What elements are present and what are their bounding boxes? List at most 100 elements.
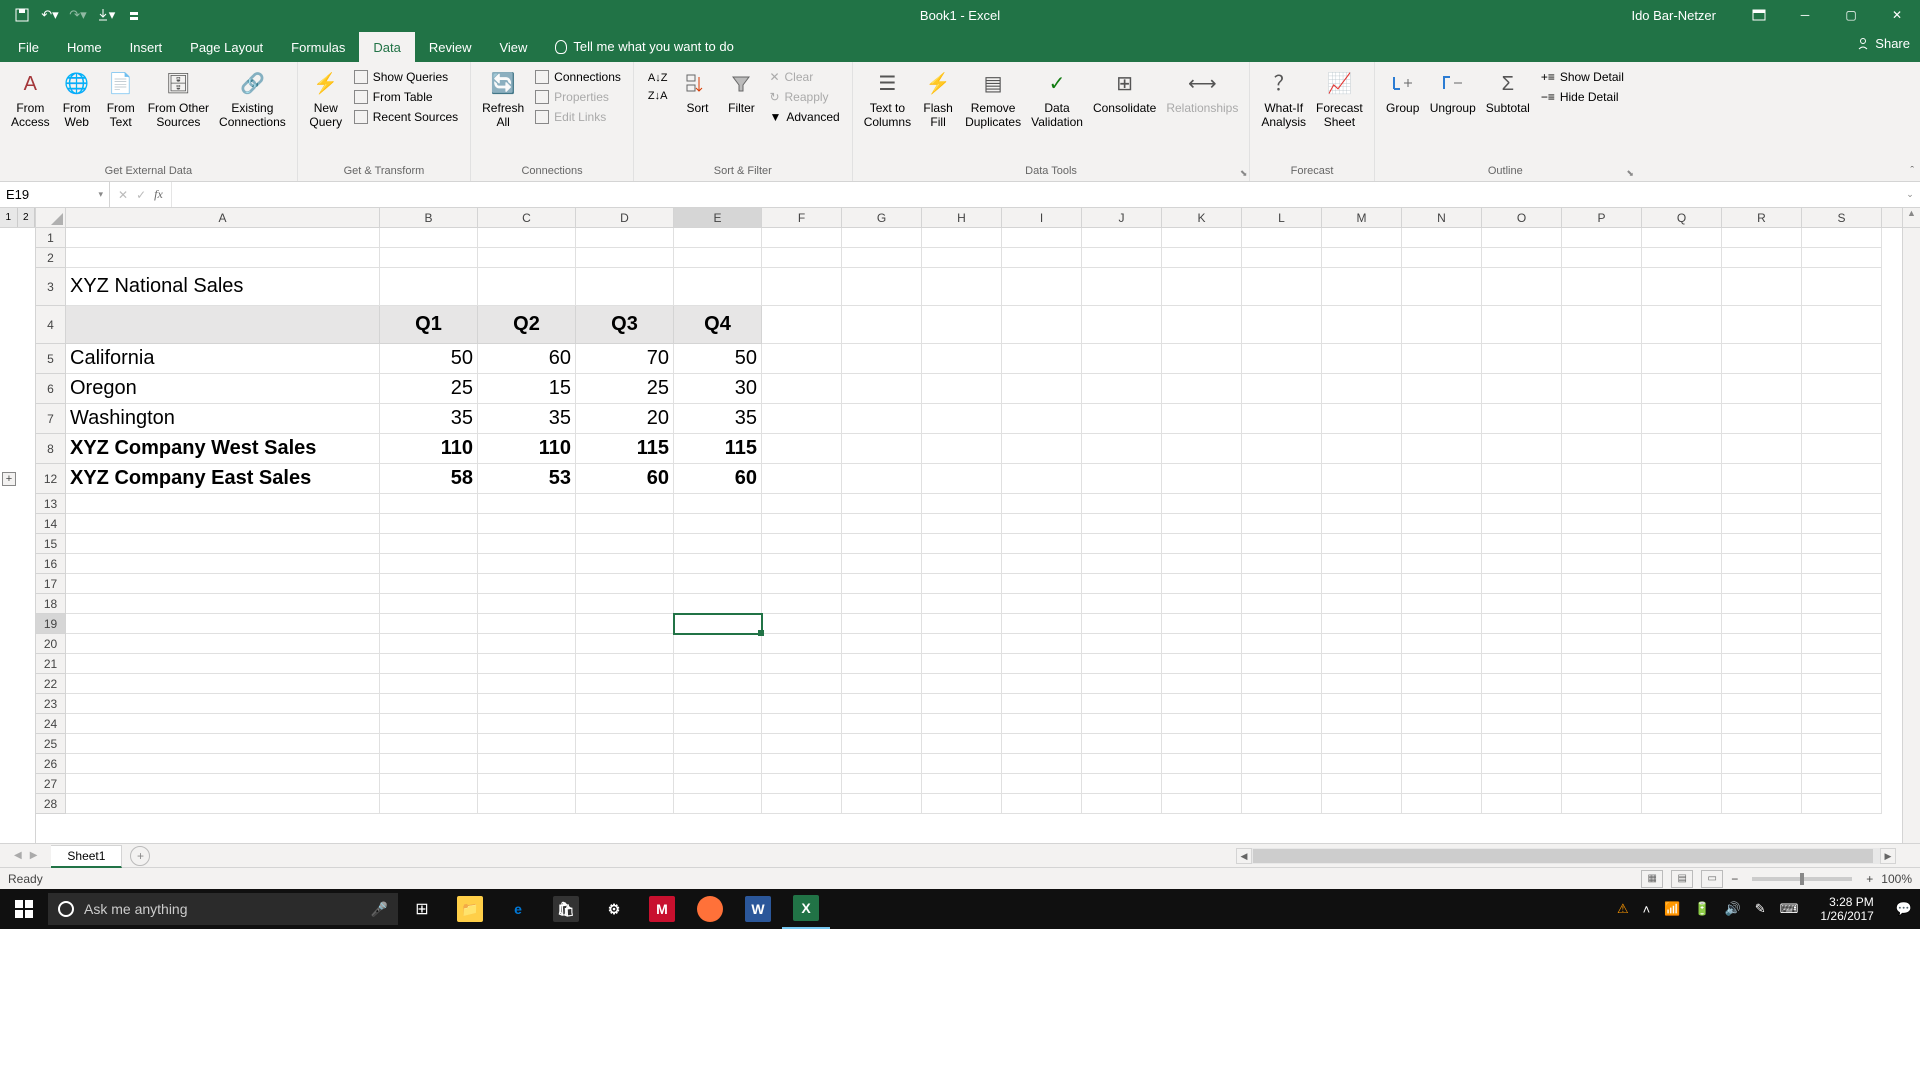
- cell-F24[interactable]: [762, 714, 842, 734]
- cell-G7[interactable]: [842, 404, 922, 434]
- cell-H6[interactable]: [922, 374, 1002, 404]
- cell-Q7[interactable]: [1642, 404, 1722, 434]
- cell-O28[interactable]: [1482, 794, 1562, 814]
- cell-Q13[interactable]: [1642, 494, 1722, 514]
- col-header-Q[interactable]: Q: [1642, 208, 1722, 227]
- existing-connections-button[interactable]: 🔗Existing Connections: [216, 66, 289, 134]
- cell-S27[interactable]: [1802, 774, 1882, 794]
- col-header-G[interactable]: G: [842, 208, 922, 227]
- cell-B1[interactable]: [380, 228, 478, 248]
- from-table-button[interactable]: From Table: [350, 88, 462, 106]
- cell-R20[interactable]: [1722, 634, 1802, 654]
- row-header-26[interactable]: 26: [36, 754, 66, 774]
- cell-P12[interactable]: [1562, 464, 1642, 494]
- cell-B7[interactable]: 35: [380, 404, 478, 434]
- row-header-23[interactable]: 23: [36, 694, 66, 714]
- row-header-2[interactable]: 2: [36, 248, 66, 268]
- cell-E8[interactable]: 115: [674, 434, 762, 464]
- cell-P14[interactable]: [1562, 514, 1642, 534]
- cell-Q4[interactable]: [1642, 306, 1722, 344]
- cell-J18[interactable]: [1082, 594, 1162, 614]
- clock[interactable]: 3:28 PM1/26/2017: [1812, 895, 1881, 924]
- cell-N6[interactable]: [1402, 374, 1482, 404]
- cell-J7[interactable]: [1082, 404, 1162, 434]
- cell-N18[interactable]: [1402, 594, 1482, 614]
- tab-home[interactable]: Home: [53, 32, 116, 62]
- cell-O3[interactable]: [1482, 268, 1562, 306]
- cell-L25[interactable]: [1242, 734, 1322, 754]
- outline-launcher[interactable]: ⬊: [1626, 168, 1634, 179]
- row-header-21[interactable]: 21: [36, 654, 66, 674]
- cell-C22[interactable]: [478, 674, 576, 694]
- cell-P28[interactable]: [1562, 794, 1642, 814]
- formula-bar[interactable]: [172, 182, 1900, 207]
- sort-az-button[interactable]: A↓Z: [644, 70, 672, 86]
- cell-E14[interactable]: [674, 514, 762, 534]
- cell-L3[interactable]: [1242, 268, 1322, 306]
- close-button[interactable]: ✕: [1874, 0, 1920, 30]
- cell-I1[interactable]: [1002, 228, 1082, 248]
- zoom-level[interactable]: 100%: [1881, 872, 1912, 886]
- vscroll-up[interactable]: ▲: [1902, 208, 1920, 227]
- cell-J20[interactable]: [1082, 634, 1162, 654]
- cell-S7[interactable]: [1802, 404, 1882, 434]
- cell-P17[interactable]: [1562, 574, 1642, 594]
- cell-D16[interactable]: [576, 554, 674, 574]
- data-validation-button[interactable]: ✓Data Validation: [1028, 66, 1086, 134]
- cell-A17[interactable]: [66, 574, 380, 594]
- cell-J22[interactable]: [1082, 674, 1162, 694]
- cell-R28[interactable]: [1722, 794, 1802, 814]
- cell-G25[interactable]: [842, 734, 922, 754]
- user-name[interactable]: Ido Bar-Netzer: [1631, 8, 1716, 23]
- cell-G18[interactable]: [842, 594, 922, 614]
- cell-Q27[interactable]: [1642, 774, 1722, 794]
- cell-E27[interactable]: [674, 774, 762, 794]
- cell-C6[interactable]: 15: [478, 374, 576, 404]
- col-header-O[interactable]: O: [1482, 208, 1562, 227]
- cell-C26[interactable]: [478, 754, 576, 774]
- cell-N28[interactable]: [1402, 794, 1482, 814]
- cell-G14[interactable]: [842, 514, 922, 534]
- cell-F25[interactable]: [762, 734, 842, 754]
- locale-icon[interactable]: ✎: [1755, 901, 1766, 917]
- row-header-19[interactable]: 19: [36, 614, 66, 634]
- cell-K25[interactable]: [1162, 734, 1242, 754]
- hscrollbar[interactable]: ◀ ▶: [1236, 848, 1896, 864]
- edit-links-button[interactable]: Edit Links: [531, 108, 625, 126]
- cell-R1[interactable]: [1722, 228, 1802, 248]
- cell-M20[interactable]: [1322, 634, 1402, 654]
- cell-G2[interactable]: [842, 248, 922, 268]
- cell-F19[interactable]: [762, 614, 842, 634]
- cell-E22[interactable]: [674, 674, 762, 694]
- cell-M14[interactable]: [1322, 514, 1402, 534]
- touch-mode-icon[interactable]: ▾: [92, 3, 120, 27]
- forecast-sheet-button[interactable]: 📈Forecast Sheet: [1313, 66, 1366, 134]
- cell-J8[interactable]: [1082, 434, 1162, 464]
- cell-L5[interactable]: [1242, 344, 1322, 374]
- cancel-formula-icon[interactable]: ✕: [118, 188, 128, 202]
- cell-I8[interactable]: [1002, 434, 1082, 464]
- row-header-4[interactable]: 4: [36, 306, 66, 344]
- cell-N7[interactable]: [1402, 404, 1482, 434]
- filter-button[interactable]: Filter: [721, 66, 761, 120]
- cell-O16[interactable]: [1482, 554, 1562, 574]
- cell-C12[interactable]: 53: [478, 464, 576, 494]
- cell-I26[interactable]: [1002, 754, 1082, 774]
- cell-I19[interactable]: [1002, 614, 1082, 634]
- mcafee-icon[interactable]: M: [638, 889, 686, 929]
- cell-H12[interactable]: [922, 464, 1002, 494]
- cell-I27[interactable]: [1002, 774, 1082, 794]
- row-header-17[interactable]: 17: [36, 574, 66, 594]
- undo-icon[interactable]: ↶▾: [36, 3, 64, 27]
- cell-O19[interactable]: [1482, 614, 1562, 634]
- cell-R23[interactable]: [1722, 694, 1802, 714]
- cell-Q23[interactable]: [1642, 694, 1722, 714]
- cell-H15[interactable]: [922, 534, 1002, 554]
- cell-R17[interactable]: [1722, 574, 1802, 594]
- cell-P18[interactable]: [1562, 594, 1642, 614]
- cell-J23[interactable]: [1082, 694, 1162, 714]
- cell-F6[interactable]: [762, 374, 842, 404]
- cell-A4[interactable]: [66, 306, 380, 344]
- cell-Q26[interactable]: [1642, 754, 1722, 774]
- row-header-16[interactable]: 16: [36, 554, 66, 574]
